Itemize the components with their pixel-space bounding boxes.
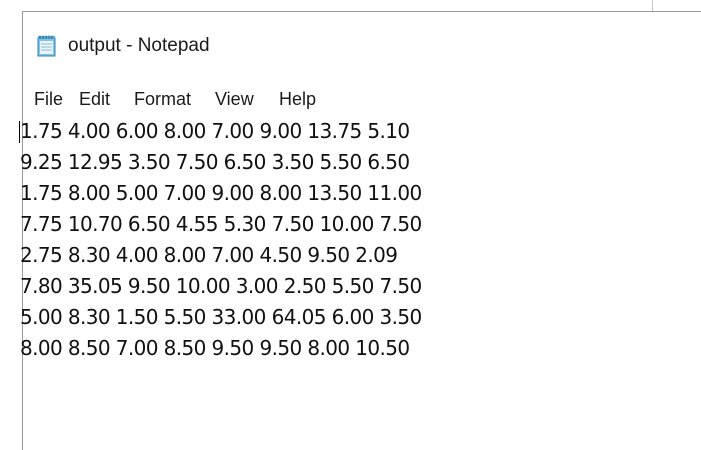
menu-format[interactable]: Format (134, 88, 191, 110)
menu-help[interactable]: Help (279, 88, 316, 110)
screen: output - Notepad File Edit Format View H… (0, 0, 701, 450)
text-line-1: 1.75 4.00 6.00 8.00 7.00 9.00 13.75 5.10 (20, 119, 410, 143)
text-line-7: 5.00 8.30 1.50 5.50 33.00 64.05 6.00 3.5… (20, 305, 422, 329)
title-bar[interactable]: output - Notepad (23, 12, 701, 80)
background-divider (652, 0, 653, 11)
text-line-3: 1.75 8.00 5.00 7.00 9.00 8.00 13.50 11.0… (20, 181, 422, 205)
menu-bar: File Edit Format View Help (23, 84, 701, 114)
text-line-4: 7.75 10.70 6.50 4.55 5.30 7.50 10.00 7.5… (20, 212, 422, 236)
text-line-2: 9.25 12.95 3.50 7.50 6.50 3.50 5.50 6.50 (20, 150, 410, 174)
menu-edit[interactable]: Edit (79, 88, 110, 110)
text-line-6: 7.80 35.05 9.50 10.00 3.00 2.50 5.50 7.5… (20, 274, 422, 298)
window-title: output - Notepad (68, 35, 210, 56)
notepad-icon (37, 35, 56, 57)
menu-file[interactable]: File (34, 88, 63, 110)
text-line-5: 2.75 8.30 4.00 8.00 7.00 4.50 9.50 2.09 (20, 243, 398, 267)
text-editor-area[interactable]: 1.75 4.00 6.00 8.00 7.00 9.00 13.75 5.10… (20, 116, 670, 436)
text-line-8: 8.00 8.50 7.00 8.50 9.50 9.50 8.00 10.50 (20, 336, 410, 360)
menu-view[interactable]: View (215, 88, 254, 110)
